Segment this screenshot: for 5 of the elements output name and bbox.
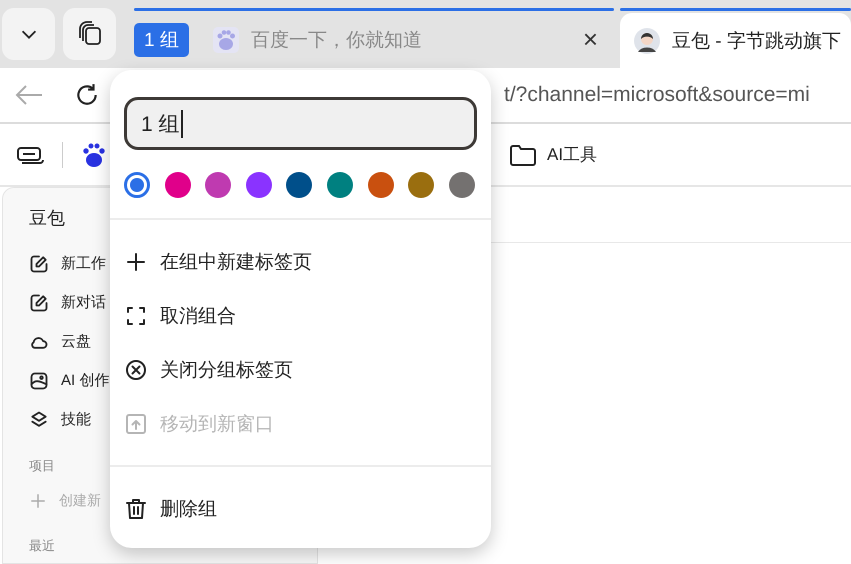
tab-title: 百度一下，你就知道 bbox=[250, 28, 423, 52]
sidebar-title: 豆包 bbox=[29, 207, 66, 230]
section-title: 项目 bbox=[29, 457, 56, 475]
section-title: 最近 bbox=[29, 537, 56, 555]
tab-title: 豆包 - 字节跳动旗下 bbox=[672, 30, 842, 54]
